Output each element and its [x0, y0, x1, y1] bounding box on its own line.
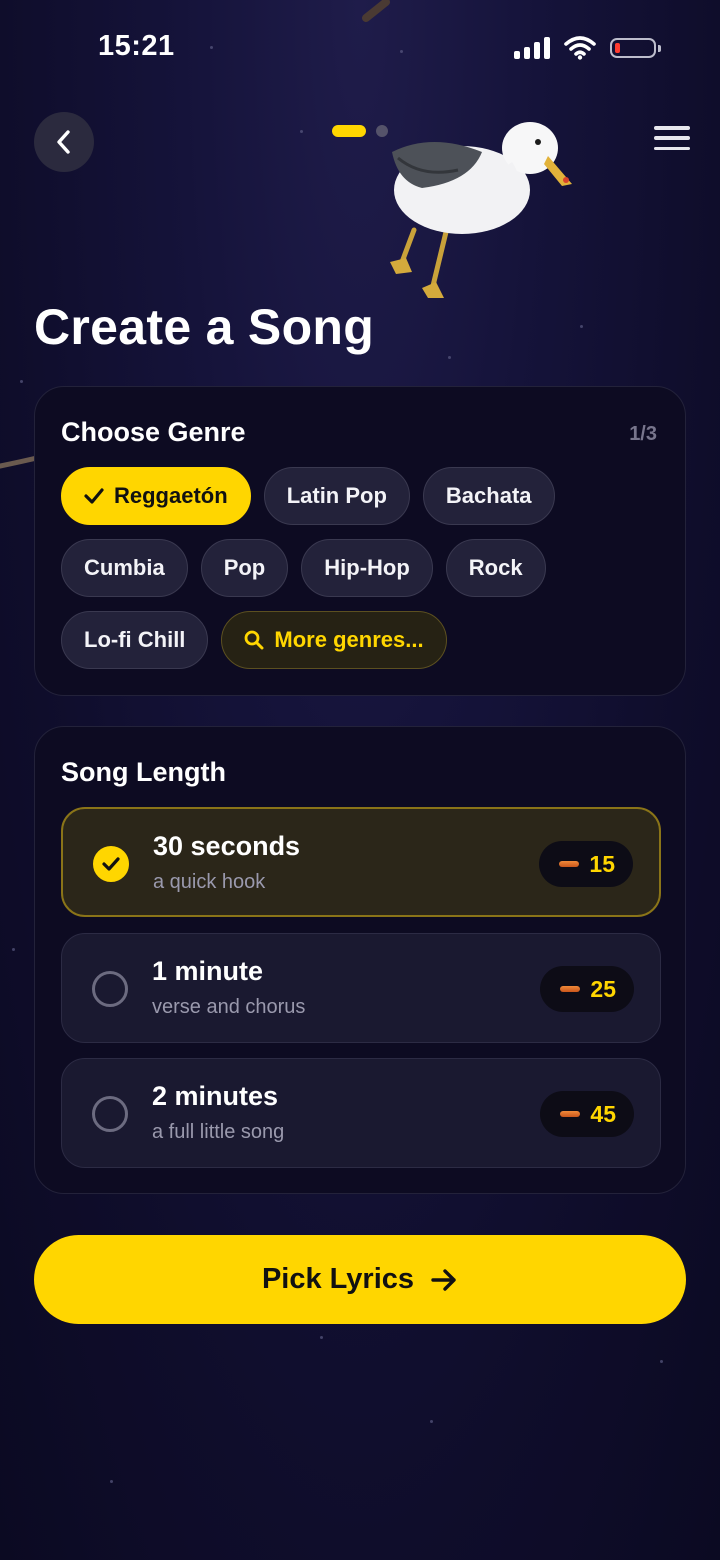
genre-chip-lofi-chill[interactable]: Lo-fi Chill	[61, 611, 209, 669]
chip-label: Hip-Hop	[324, 555, 410, 580]
step-dot-active	[332, 125, 366, 137]
coin-icon	[560, 986, 581, 992]
genre-title: Choose Genre	[61, 417, 246, 447]
cost-badge: 15	[539, 841, 633, 887]
check-icon	[84, 487, 104, 505]
cta-label: Pick Lyrics	[261, 1263, 415, 1295]
chip-label: More genres...	[274, 627, 424, 652]
search-icon	[244, 630, 264, 650]
option-subtitle: a full little song	[152, 1121, 285, 1143]
back-button[interactable]	[34, 112, 94, 172]
coin-icon	[559, 861, 580, 867]
cost-value: 45	[590, 1100, 616, 1127]
cost-value: 25	[590, 975, 616, 1002]
menu-button[interactable]	[654, 126, 690, 150]
genre-chip-pop[interactable]: Pop	[200, 539, 289, 597]
seagull-illustration	[390, 122, 572, 298]
status-time: 15:21	[98, 30, 175, 62]
genre-chip-rock[interactable]: Rock	[445, 539, 546, 597]
page-title: Create a Song	[34, 299, 375, 355]
length-option-2m[interactable]: 2 minutes a full little song 45	[61, 1058, 661, 1168]
back-arrow-icon	[57, 130, 70, 154]
genre-chip-bachata[interactable]: Bachata	[422, 467, 555, 525]
radio-empty-icon	[92, 971, 128, 1007]
option-title: 30 seconds	[153, 831, 301, 861]
radio-empty-icon	[92, 1096, 128, 1132]
genre-chip-latin-pop[interactable]: Latin Pop	[263, 467, 410, 525]
more-genres-button[interactable]: More genres...	[221, 611, 447, 669]
option-title: 1 minute	[152, 956, 264, 986]
coin-icon	[560, 1111, 581, 1117]
chip-label: Rock	[468, 555, 523, 580]
chip-label: Pop	[223, 555, 266, 580]
chip-label: Bachata	[445, 483, 532, 508]
wifi-icon	[564, 36, 596, 60]
battery-icon	[610, 38, 661, 58]
arrow-right-icon	[431, 1268, 456, 1291]
cost-badge: 45	[540, 1091, 634, 1137]
cost-badge: 25	[540, 966, 634, 1012]
genre-chips: Reggaetón Latin Pop Bachata Cumbia Pop H…	[61, 467, 671, 683]
cellular-signal-icon	[514, 37, 550, 59]
chip-label: Lo-fi Chill	[84, 627, 186, 652]
twig-decoration	[362, 0, 390, 22]
status-icons	[514, 36, 661, 60]
chip-label: Reggaetón	[114, 483, 228, 508]
song-length-card: Song Length 30 seconds a quick hook 15 1…	[34, 726, 686, 1194]
genre-chip-hip-hop[interactable]: Hip-Hop	[301, 539, 433, 597]
genre-chip-cumbia[interactable]: Cumbia	[61, 539, 188, 597]
menu-icon	[654, 126, 690, 130]
radio-checked-icon	[93, 846, 129, 882]
genre-card: Choose Genre 1/3 Reggaetón Latin Pop Bac…	[34, 386, 686, 696]
option-subtitle: a quick hook	[153, 871, 266, 893]
length-option-1m[interactable]: 1 minute verse and chorus 25	[61, 933, 661, 1043]
option-title: 2 minutes	[152, 1081, 279, 1111]
genre-chip-reggaeton[interactable]: Reggaetón	[61, 467, 251, 525]
chip-label: Cumbia	[84, 555, 165, 580]
chip-label: Latin Pop	[286, 483, 387, 508]
length-option-30s[interactable]: 30 seconds a quick hook 15	[61, 807, 661, 917]
genre-count: 1/3	[629, 423, 657, 445]
pick-lyrics-button[interactable]: Pick Lyrics	[34, 1235, 686, 1324]
option-subtitle: verse and chorus	[152, 996, 306, 1018]
song-length-title: Song Length	[61, 757, 226, 787]
cost-value: 15	[589, 850, 615, 877]
